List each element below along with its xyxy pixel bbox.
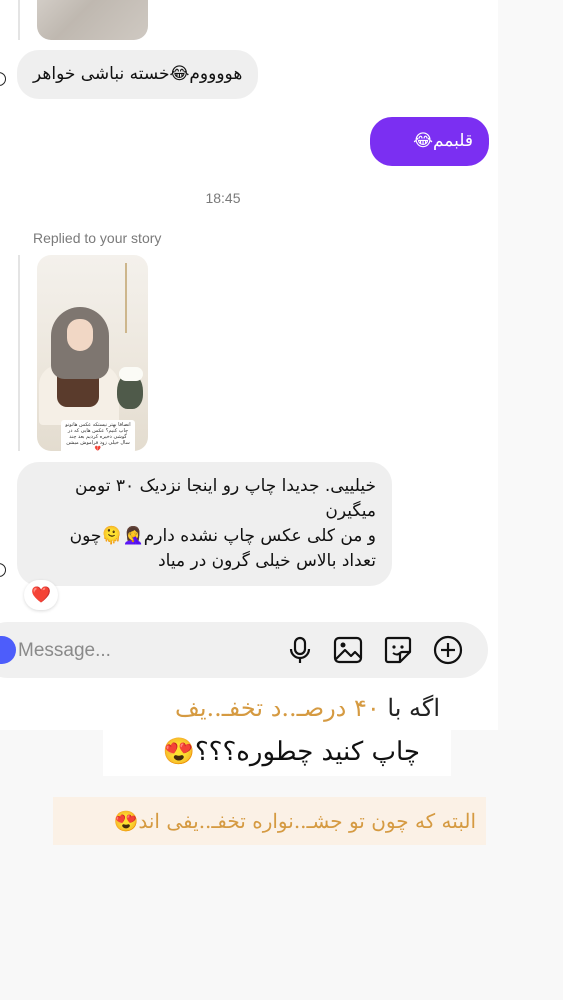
message-bubble-outgoing[interactable]: قلبمم😂	[370, 117, 489, 166]
story-thumbnail[interactable]: انصافا بهتر نیستکه عکس هاتونو چاپ کنیم؟ …	[37, 255, 148, 451]
message-bubble-incoming[interactable]: خیلییی. جدیدا چاپ رو اینجا نزدیک ۳۰ تومن…	[17, 462, 392, 586]
reply-thread-line	[18, 0, 20, 40]
story-caption: انصافا بهتر نیستکه عکس هاتونو چاپ کنیم؟ …	[61, 420, 135, 451]
message-composer	[0, 622, 488, 678]
message-timestamp: 18:45	[205, 190, 241, 206]
gallery-icon[interactable]	[332, 634, 364, 666]
reply-thread-line	[18, 255, 20, 451]
camera-button[interactable]	[0, 636, 16, 664]
avatar	[0, 563, 6, 577]
promo-discount: ۴۰ درصـ..د تخفـ..یف	[174, 694, 380, 722]
wall-decor	[125, 263, 127, 333]
story-figure	[67, 319, 93, 351]
promo-prefix: اگه با	[387, 694, 440, 722]
avatar	[0, 72, 6, 86]
message-input[interactable]	[16, 634, 240, 668]
microphone-icon[interactable]	[284, 634, 316, 666]
promo-headline: اگه با ۴۰ درصـ..د تخفـ..یف	[120, 688, 440, 728]
replied-to-story-label: Replied to your story	[33, 230, 162, 246]
heart-reaction[interactable]: ❤️	[24, 580, 58, 610]
story-flower	[119, 367, 143, 381]
background-strip	[498, 0, 563, 730]
promo-question: چاپ کنید چطوره؟؟؟😍	[162, 737, 421, 767]
sticker-icon[interactable]	[382, 634, 414, 666]
shared-photo-thumbnail[interactable]	[37, 0, 148, 40]
message-bubble-incoming[interactable]: هووووم😂خسته نباشی خواهر	[17, 50, 259, 99]
promo-banner-text: البته که چون تو جشـ..نواره تخفـ..یفی اند…	[113, 809, 476, 833]
add-icon[interactable]	[432, 634, 464, 666]
